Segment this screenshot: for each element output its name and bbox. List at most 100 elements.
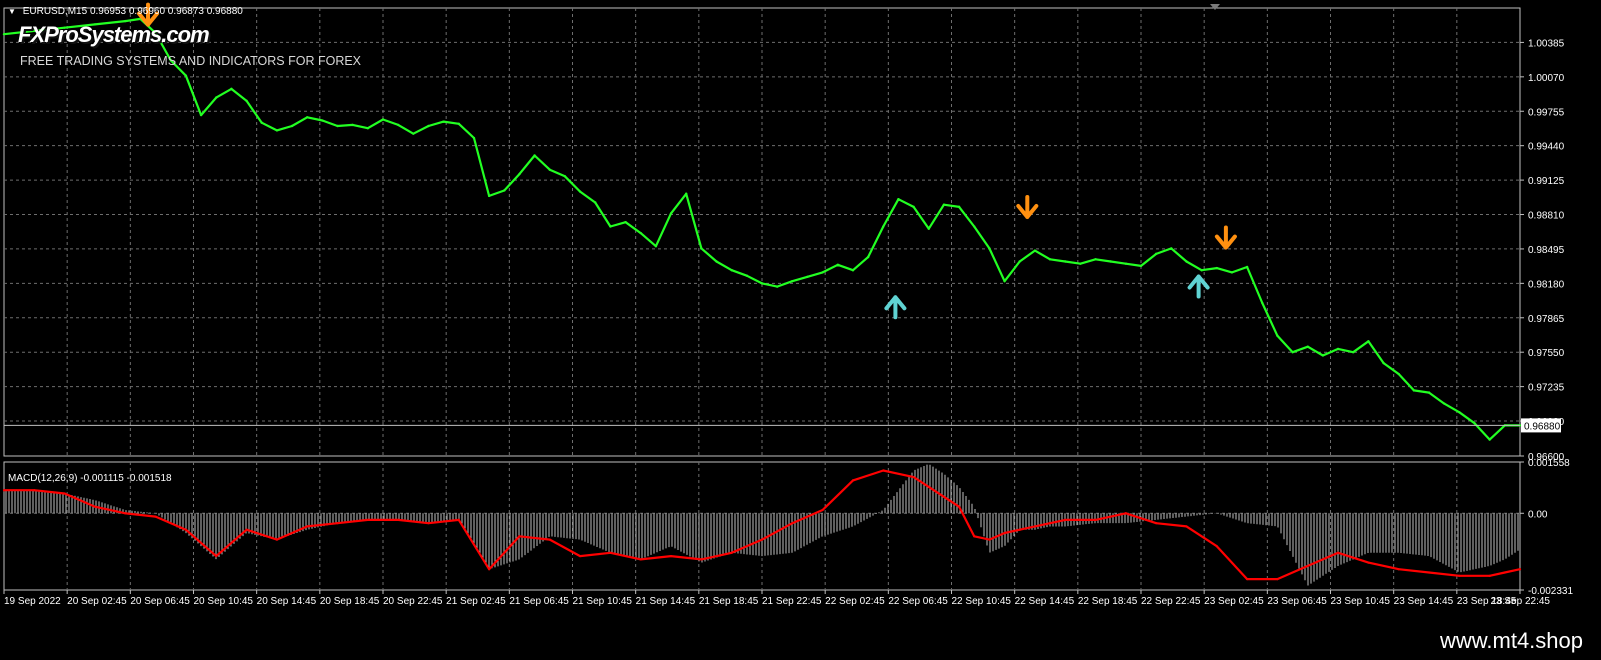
macd-signal-point xyxy=(973,535,976,538)
macd-signal-point xyxy=(245,528,248,531)
macd-signal-point xyxy=(639,558,642,561)
macd-tick-label: 0.00 xyxy=(1528,509,1548,520)
brand-tagline: FREE TRADING SYSTEMS AND INDICATORS FOR … xyxy=(20,54,362,68)
macd-signal-point xyxy=(912,475,915,479)
time-tick-label: 22 Sep 14:45 xyxy=(1015,596,1075,607)
price-point xyxy=(639,231,642,235)
macd-signal-point xyxy=(882,469,885,472)
price-point xyxy=(1458,411,1461,414)
macd-signal-point xyxy=(1048,522,1052,525)
price-point xyxy=(1443,402,1446,405)
symbol-info: ▼ EURUSD,M15 0.96953 0.96960 0.96873 0.9… xyxy=(8,6,243,17)
buy-arrow-shape xyxy=(884,295,907,320)
price-point xyxy=(700,247,703,250)
price-point xyxy=(184,74,188,77)
time-tick-label: 21 Sep 10:45 xyxy=(573,596,633,607)
price-point xyxy=(1412,389,1416,392)
macd-signal-point xyxy=(988,538,991,541)
macd-signal-point xyxy=(1427,571,1431,574)
price-point xyxy=(609,225,612,228)
price-point xyxy=(487,194,491,198)
macd-signal-point xyxy=(336,522,339,525)
price-point xyxy=(730,269,733,272)
macd-signal-point xyxy=(1503,571,1506,574)
time-tick-label: 20 Sep 22:45 xyxy=(383,596,443,607)
dropdown-caret-icon[interactable]: ▼ xyxy=(8,7,16,16)
macd-signal-point xyxy=(1064,518,1067,521)
macd-tick-label: -0.002331 xyxy=(1528,586,1573,597)
time-tick-label: 21 Sep 06:45 xyxy=(509,596,569,607)
time-tick-label: 21 Sep 22:45 xyxy=(762,596,822,607)
price-point xyxy=(624,220,627,224)
sell-arrow-shape xyxy=(1016,194,1039,219)
macd-signal-point xyxy=(1003,531,1006,535)
macd-signal-point xyxy=(1306,564,1309,568)
macd-signal-point xyxy=(851,479,855,482)
macd-signal-point xyxy=(63,492,66,495)
price-point xyxy=(457,122,460,126)
time-tick-label: 23 Sep 14:45 xyxy=(1394,596,1454,607)
price-point xyxy=(321,119,324,122)
price-point xyxy=(503,189,506,192)
macd-signal-point xyxy=(1033,525,1036,528)
macd-signal-point xyxy=(1397,568,1400,571)
price-point xyxy=(973,225,976,228)
macd-signal-point xyxy=(427,522,430,525)
macd-signal-point xyxy=(1518,568,1522,571)
macd-signal-point xyxy=(1215,545,1218,548)
time-tick-label: 22 Sep 06:45 xyxy=(888,596,948,607)
price-point xyxy=(1488,438,1491,441)
price-point xyxy=(306,116,309,119)
price-point xyxy=(230,87,233,91)
price-tick-label: 0.99755 xyxy=(1528,107,1565,118)
macd-signal-point xyxy=(1367,561,1370,564)
trading-chart: 1.00385 1.00070 0.99755 0.99440 0.99125 0.988… xyxy=(2,2,1573,607)
price-point xyxy=(533,154,536,157)
price-point xyxy=(260,121,263,124)
price-point xyxy=(715,260,718,263)
macd-signal-point xyxy=(2,489,6,492)
macd-signal-point xyxy=(215,554,218,558)
macd-signal-point xyxy=(609,551,612,554)
time-tick-label: 20 Sep 06:45 xyxy=(130,596,190,607)
time-tick-label: 22 Sep 02:45 xyxy=(825,596,885,607)
price-point xyxy=(1336,347,1340,351)
price-point xyxy=(381,118,385,121)
sell-arrow-icon xyxy=(1016,194,1039,219)
signal-arrows xyxy=(137,2,1237,320)
macd-signal-point xyxy=(821,508,824,512)
macd-signal-point xyxy=(1185,525,1188,528)
time-tick-label: 19 Sep 2022 xyxy=(4,596,61,607)
time-tick-label: 23 Sep 10:45 xyxy=(1331,596,1391,607)
time-tick-label: 20 Sep 02:45 xyxy=(67,596,127,607)
time-tick-label: 23 Sep 02:45 xyxy=(1204,596,1264,607)
price-tick-label: 1.00070 xyxy=(1528,73,1565,84)
macd-signal-point xyxy=(366,518,369,521)
macd-signal-point xyxy=(488,568,491,571)
footer-bar xyxy=(0,622,1601,660)
macd-signal-point xyxy=(791,522,794,525)
price-point xyxy=(1079,262,1082,265)
chart-shift-marker-icon xyxy=(1210,4,1220,10)
macd-signal-point xyxy=(957,505,961,508)
price-point xyxy=(1003,279,1006,283)
price-point xyxy=(1230,271,1234,274)
macd-signal-point xyxy=(1246,578,1249,581)
time-tick-label: 23 Sep 22:45 xyxy=(1491,596,1551,607)
price-point xyxy=(897,198,900,201)
price-point xyxy=(866,255,870,259)
macd-signal-point xyxy=(124,512,127,515)
price-point xyxy=(821,271,824,274)
macd-signal-point xyxy=(730,551,733,554)
price-point xyxy=(594,201,597,204)
buy-arrow-shape xyxy=(1187,274,1210,299)
time-tick-label: 22 Sep 18:45 xyxy=(1078,596,1138,607)
price-point xyxy=(2,33,6,36)
price-point xyxy=(351,123,354,127)
price-point xyxy=(836,263,839,266)
time-tick-label: 21 Sep 02:45 xyxy=(446,596,506,607)
price-point xyxy=(882,225,885,228)
macd-signal-point xyxy=(927,485,930,489)
price-point xyxy=(412,132,415,135)
macd-signal-point xyxy=(184,528,188,531)
